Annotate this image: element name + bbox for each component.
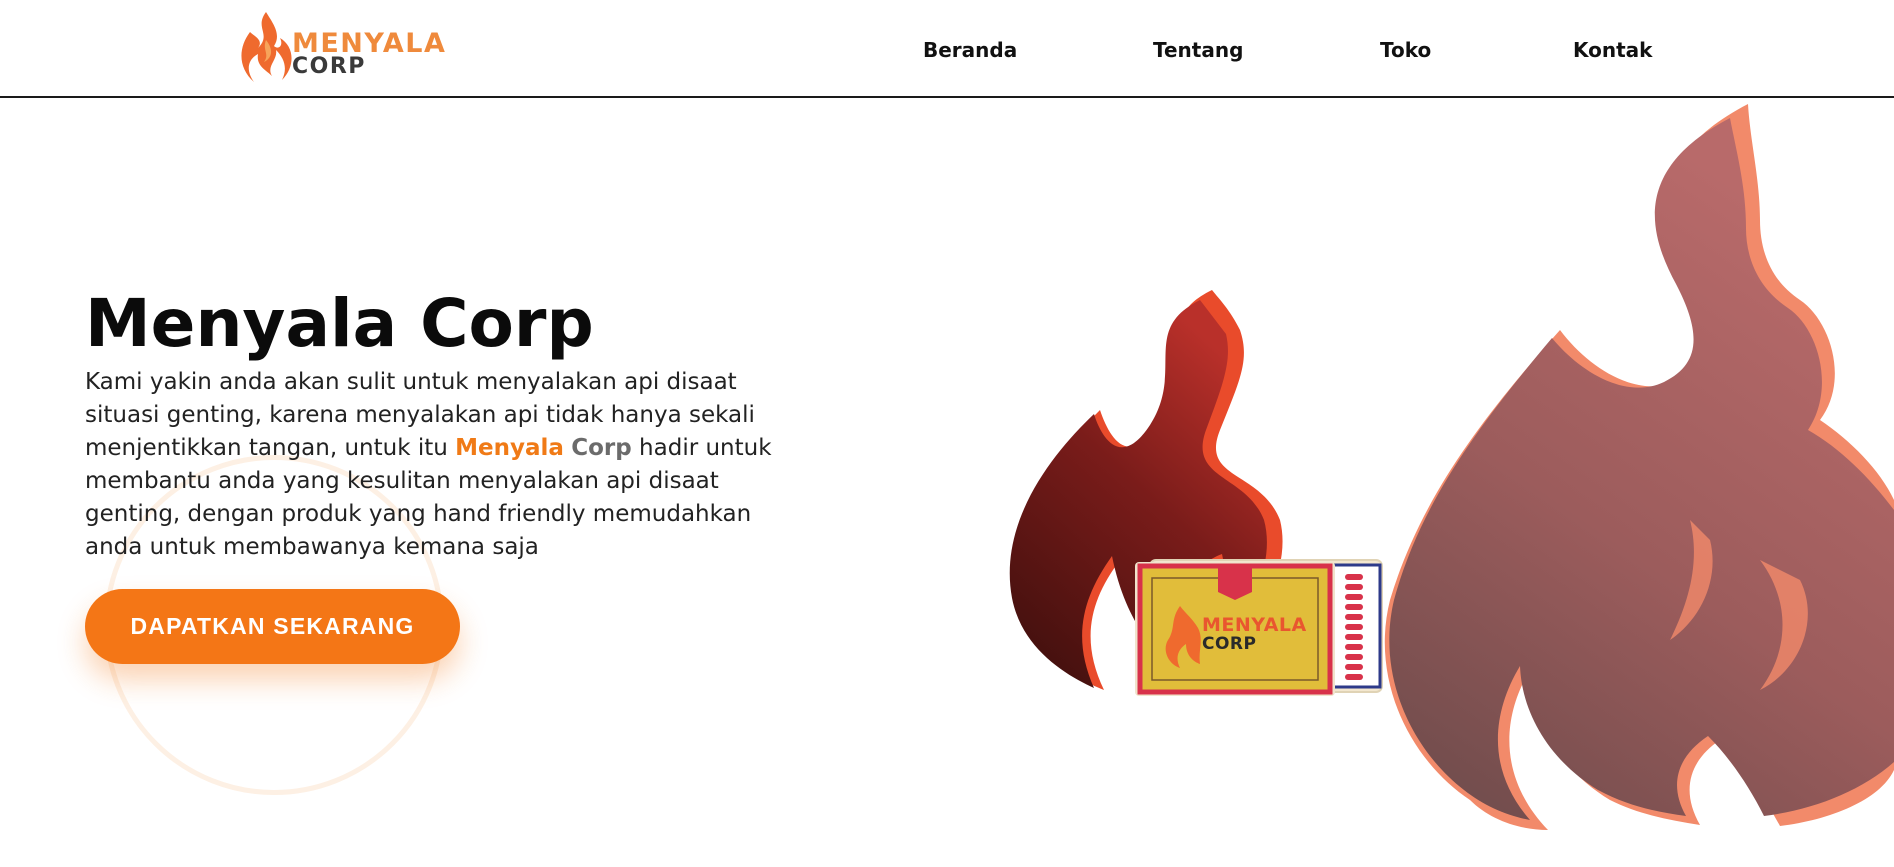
- landing-page: MENYALA CORP Beranda Tentang Toko Kontak: [0, 0, 1894, 867]
- site-header: MENYALA CORP Beranda Tentang Toko Kontak: [0, 0, 1894, 98]
- nav-link-tentang[interactable]: Tentang: [1153, 38, 1243, 62]
- hero-description-line: menjentikkan tangan, untuk itu Menyala C…: [85, 432, 805, 465]
- hero-description-line: anda untuk membawanya kemana saja: [85, 534, 539, 560]
- hero-description-line: Kami yakin anda akan sulit untuk menyala…: [85, 369, 737, 395]
- get-now-button[interactable]: DAPATKAN SEKARANG: [85, 589, 460, 664]
- matchbox-brand-line2: CORP: [1202, 634, 1257, 654]
- hero-description-text: hadir untuk: [631, 435, 772, 461]
- hero-description-line: genting, dengan produk yang hand friendl…: [85, 501, 752, 527]
- matchbox-brand-line1: MENYALA: [1202, 614, 1307, 636]
- hero-description: Kami yakin anda akan sulit untuk menyala…: [85, 366, 805, 564]
- nav-link-beranda[interactable]: Beranda: [923, 38, 1017, 62]
- hero-description-line: situasi genting, karena menyalakan api t…: [85, 402, 755, 428]
- hero-title: Menyala Corp: [85, 285, 594, 362]
- highlight-corp: Corp: [571, 435, 632, 461]
- hero-description-line: membantu anda yang kesulitan menyalakan …: [85, 468, 719, 494]
- nav-link-toko[interactable]: Toko: [1380, 38, 1431, 62]
- big-flame-illustration: [1384, 104, 1894, 830]
- highlight-menyala: Menyala: [455, 435, 564, 461]
- hero-description-text: menjentikkan tangan, untuk itu: [85, 435, 456, 461]
- main-nav: Beranda Tentang Toko Kontak: [0, 0, 1894, 98]
- nav-link-kontak[interactable]: Kontak: [1573, 38, 1652, 62]
